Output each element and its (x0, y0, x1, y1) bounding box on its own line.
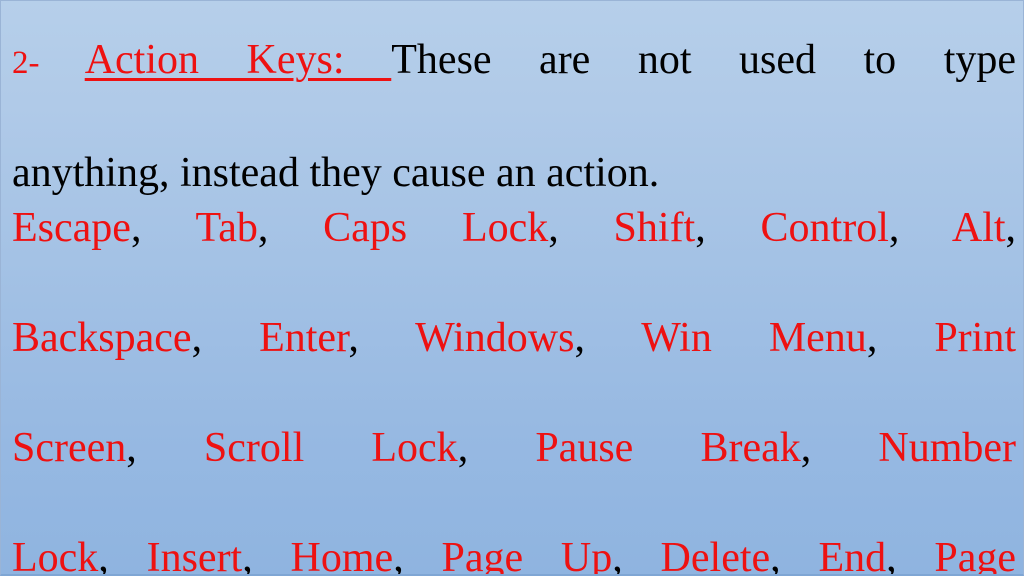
comma-separator: , (257, 205, 269, 251)
comma-separator: , (98, 535, 109, 576)
comma-separator: , (130, 205, 142, 251)
comma-separator: , (888, 205, 900, 251)
comma-separator: , (695, 205, 706, 251)
comma-separator: , (191, 315, 203, 361)
comma-separator: , (1005, 205, 1017, 251)
text-line-4: Backspace, Enter, Windows, Win Menu, Pri… (12, 311, 1016, 421)
key-enter: Enter (259, 315, 349, 361)
comma-separator: , (886, 535, 897, 576)
key-escape: Escape (12, 205, 131, 251)
intro-text-part-2: anything, instead they cause an action. (12, 150, 660, 196)
comma-separator: , (393, 535, 404, 576)
comma-separator: , (800, 425, 812, 471)
comma-separator: , (612, 535, 623, 576)
key-print-screen-part-2: Screen (12, 425, 127, 471)
comma-separator: , (548, 205, 559, 251)
key-home: Home (290, 535, 394, 576)
comma-separator: , (574, 315, 585, 361)
key-win-menu: Win Menu (641, 315, 867, 361)
slide-canvas: 2- Action Keys: These are not used to ty… (0, 0, 1024, 576)
heading-action-keys: Action Keys: (84, 37, 392, 83)
key-end: End (818, 535, 887, 576)
key-print-screen-part-1: Print (934, 315, 1017, 361)
key-number-lock-part-2: Lock (12, 535, 99, 576)
comma-separator: , (348, 315, 359, 361)
key-number-lock-part-1: Number (878, 425, 1017, 471)
intro-text-part-1: These are not used to type (391, 37, 1017, 83)
key-shift: Shift (613, 205, 696, 251)
key-pause-break: Pause Break (535, 425, 801, 471)
text-line-3: Escape, Tab, Caps Lock, Shift, Control, … (12, 201, 1016, 311)
slide-body-text: 2- Action Keys: These are not used to ty… (12, 33, 1017, 576)
text-line-2: anything, instead they cause an action. (12, 146, 1016, 201)
key-caps-lock: Caps Lock (323, 205, 549, 251)
key-page-down-part-1: Page (934, 535, 1017, 576)
text-line-1: 2- Action Keys: These are not used to ty… (12, 33, 1016, 146)
key-alt: Alt (951, 205, 1006, 251)
key-delete: Delete (660, 535, 771, 576)
text-line-6: Lock, Insert, Home, Page Up, Delete, End… (12, 531, 1017, 576)
text-line-5: Screen, Scroll Lock, Pause Break, Number (12, 421, 1016, 531)
key-scroll-lock: Scroll Lock (203, 425, 458, 471)
comma-separator: , (770, 535, 781, 576)
key-windows: Windows (415, 315, 575, 361)
key-control: Control (760, 205, 889, 251)
key-backspace: Backspace (12, 315, 192, 361)
comma-separator: , (457, 425, 469, 471)
comma-separator: , (242, 535, 253, 576)
list-number: 2- (12, 45, 40, 81)
key-insert: Insert (146, 535, 243, 576)
comma-separator: , (866, 315, 878, 361)
key-tab: Tab (195, 205, 258, 251)
key-page-up: Page Up (441, 535, 613, 576)
comma-separator: , (126, 425, 137, 471)
